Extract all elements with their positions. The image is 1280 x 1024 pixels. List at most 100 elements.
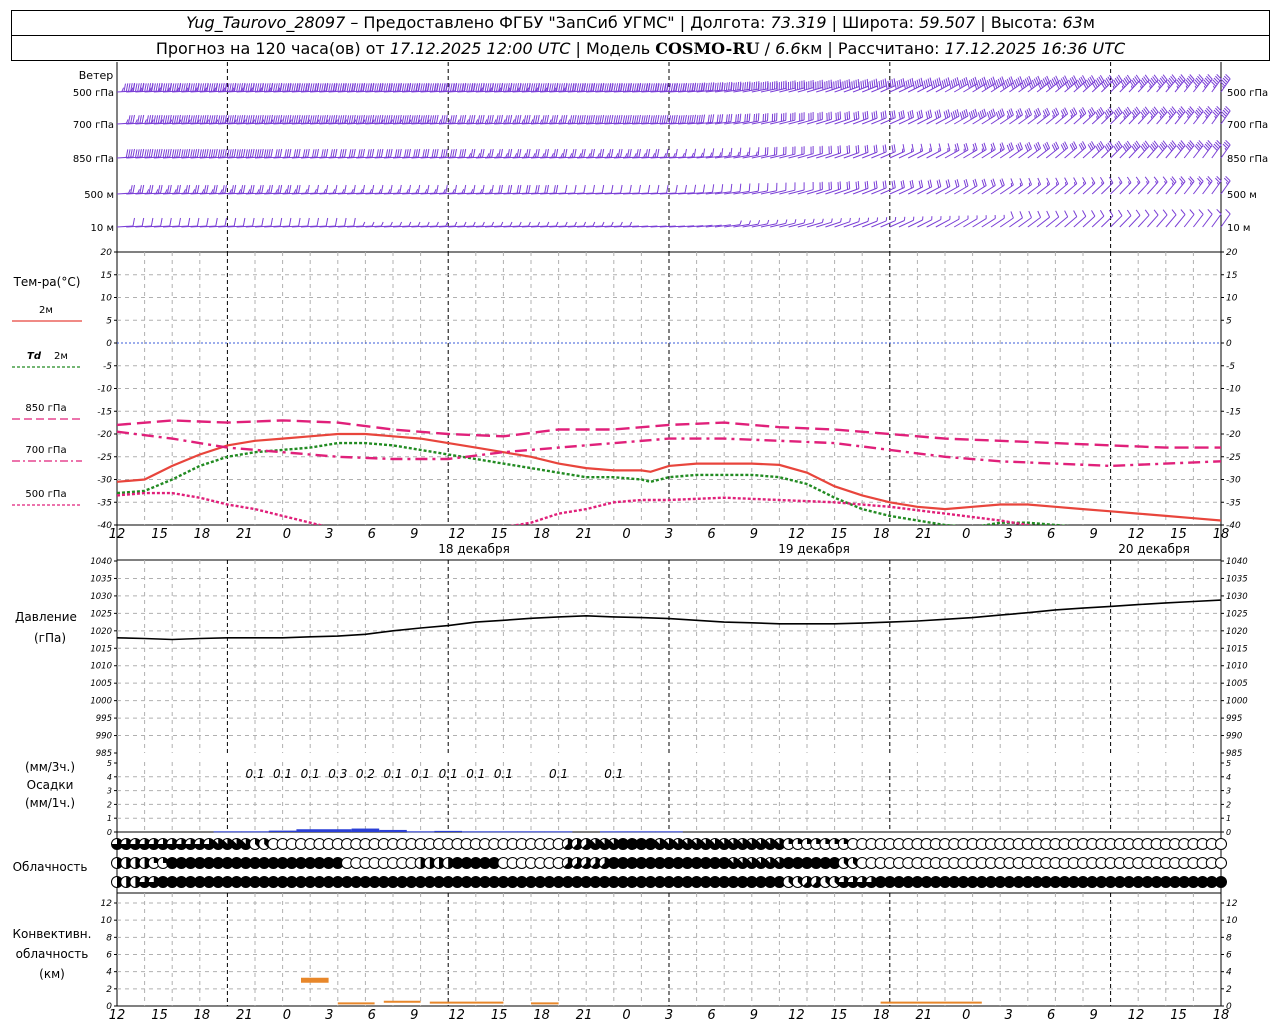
wind-barb-feathers bbox=[516, 184, 522, 194]
precip-bar bbox=[489, 831, 518, 833]
wind-barb-feathers bbox=[397, 184, 402, 194]
wind-barb-feathers bbox=[737, 147, 742, 157]
wind-barb-feathers bbox=[936, 179, 942, 188]
wind-barb-feathers bbox=[891, 180, 896, 189]
hour-label-top: 3 bbox=[325, 527, 333, 542]
precip-bar bbox=[351, 828, 380, 832]
wind-barb-feathers bbox=[840, 218, 842, 223]
hour-label-bottom: 0 bbox=[283, 1008, 291, 1023]
wind-barb-feathers bbox=[1207, 209, 1213, 215]
conv-tick-right: 8 bbox=[1226, 933, 1232, 943]
hour-label-bottom: 21 bbox=[915, 1008, 932, 1023]
wind-barb-feathers bbox=[351, 184, 356, 194]
wind-barb-feathers bbox=[305, 184, 310, 194]
wind-barb-feathers bbox=[1113, 140, 1123, 152]
wind-barb-feathers bbox=[183, 184, 191, 194]
wind-barb-feathers bbox=[399, 221, 403, 227]
wind-barb-feathers bbox=[512, 114, 522, 124]
wind-barb bbox=[1165, 181, 1177, 195]
conv-tick-left: 4 bbox=[106, 968, 112, 978]
wind-barb-feathers bbox=[569, 148, 577, 158]
wind-barb-feathers bbox=[135, 114, 145, 124]
wind-barb-feathers bbox=[673, 148, 678, 158]
wind-barb-feathers bbox=[810, 145, 814, 155]
wind-barb bbox=[1156, 181, 1168, 195]
temp-tick-right: -5 bbox=[1226, 362, 1235, 372]
wind-barb bbox=[816, 152, 832, 159]
wind-level-label-left: 700 гПа bbox=[73, 120, 114, 131]
pressure-tick-left: 1025 bbox=[90, 609, 112, 619]
precip-bar bbox=[379, 829, 407, 832]
precip-bar bbox=[268, 830, 297, 832]
wind-barb-feathers bbox=[613, 114, 623, 124]
wind-barb-feathers bbox=[1104, 140, 1114, 152]
wind-barb-feathers bbox=[647, 184, 651, 194]
temp-tick-left: 20 bbox=[101, 248, 113, 258]
wind-barb-feathers bbox=[574, 221, 577, 227]
legend-label: 2м bbox=[54, 351, 68, 362]
precip-amount: 0.1 bbox=[494, 767, 513, 781]
precip-amount: 0.1 bbox=[383, 767, 402, 781]
wind-barb bbox=[1156, 145, 1168, 159]
wind-barb-feathers bbox=[266, 184, 273, 194]
pressure-panel-labels: Давление (гПа) bbox=[15, 610, 77, 645]
cloud-symbol bbox=[1215, 876, 1227, 888]
wind-barb-feathers bbox=[1203, 140, 1213, 151]
wind-barb-feathers bbox=[390, 221, 393, 227]
wind-barb-feathers bbox=[821, 218, 824, 223]
hour-label-top: 6 bbox=[1047, 527, 1055, 542]
hour-label-bottom: 6 bbox=[368, 1008, 376, 1023]
wind-barb-feathers bbox=[151, 114, 163, 124]
wind-barb-feathers bbox=[700, 148, 706, 157]
wind-barb-feathers bbox=[208, 148, 218, 158]
wind-barb-feathers bbox=[560, 148, 568, 158]
precip-bar bbox=[296, 829, 324, 832]
wind-barb bbox=[1128, 215, 1141, 228]
wind-barb-feathers bbox=[1069, 141, 1078, 151]
precip-unit3: (мм/3ч.) bbox=[25, 760, 75, 774]
wind-barb-feathers bbox=[764, 147, 769, 156]
precip-title: Осадки bbox=[27, 778, 74, 792]
wind-barb-feathers bbox=[371, 221, 375, 227]
wind-barb-feathers bbox=[746, 147, 751, 156]
temp-tick-left: 15 bbox=[101, 271, 113, 281]
wind-title: Ветер bbox=[79, 69, 113, 82]
wind-barb-feathers bbox=[1099, 209, 1105, 217]
wind-barb-feathers bbox=[514, 148, 522, 158]
wind-barb-feathers bbox=[610, 221, 614, 227]
wind-barb-feathers bbox=[486, 148, 494, 158]
wind-barb-feathers bbox=[1082, 210, 1087, 217]
wind-barb-feathers bbox=[293, 184, 301, 194]
wind-barb bbox=[1211, 213, 1222, 228]
hour-label-top: 12 bbox=[448, 527, 465, 542]
wind-barb-feathers bbox=[1108, 209, 1114, 217]
wind-barb bbox=[825, 86, 841, 93]
wind-barb-feathers bbox=[641, 114, 651, 124]
wind-level-label-right: 700 гПа bbox=[1227, 120, 1268, 131]
wind-barb-feathers bbox=[801, 146, 805, 155]
wind-barb-feathers bbox=[840, 79, 851, 90]
hour-label-bottom: 15 bbox=[491, 1008, 508, 1023]
wind-barb-feathers bbox=[475, 114, 485, 124]
wind-barb-feathers bbox=[986, 108, 996, 120]
wind-barb-feathers bbox=[873, 180, 878, 190]
hour-label-top: 12 bbox=[109, 527, 126, 542]
wind-barb-feathers bbox=[1091, 210, 1096, 217]
wind-barb-feathers bbox=[564, 221, 568, 227]
wind-barb-feathers bbox=[381, 114, 393, 124]
wind-barb-feathers bbox=[427, 114, 439, 124]
wind-barb bbox=[1101, 182, 1114, 195]
wind-barb-feathers bbox=[677, 114, 687, 124]
wind-barb-feathers bbox=[121, 82, 135, 92]
wind-barb-feathers bbox=[247, 184, 255, 194]
wind-barb-feathers bbox=[707, 114, 715, 123]
wind-barb-feathers bbox=[735, 113, 742, 123]
wind-barb-feathers bbox=[1197, 176, 1204, 186]
precip-amount: 0.3 bbox=[328, 767, 347, 781]
wind-barb-feathers bbox=[275, 184, 283, 194]
wind-barb-feathers bbox=[279, 217, 283, 227]
temp-tick-right: 5 bbox=[1226, 316, 1232, 326]
wind-barb-feathers bbox=[911, 143, 914, 153]
hour-label-bottom: 9 bbox=[410, 1008, 418, 1023]
precip-tick-right: 5 bbox=[1226, 759, 1231, 768]
